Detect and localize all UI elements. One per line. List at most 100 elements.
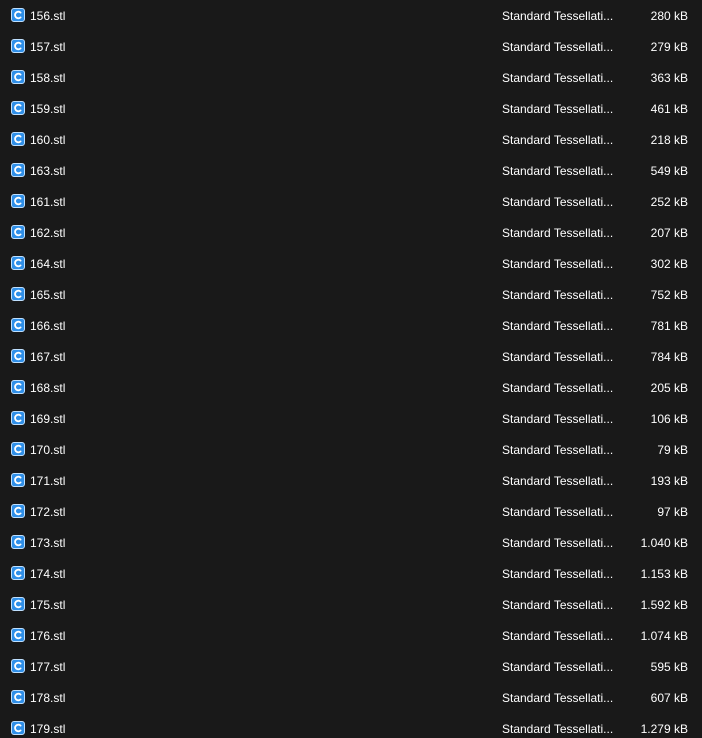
stl-file-icon xyxy=(11,628,25,642)
file-row[interactable]: 156.stl Standard Tessellati... 280 kB xyxy=(0,1,702,32)
file-row[interactable]: 179.stl Standard Tessellati... 1.279 kB xyxy=(0,714,702,738)
file-size: 1.279 kB xyxy=(640,722,688,736)
file-type: Standard Tessellati... xyxy=(502,288,614,302)
file-row[interactable]: 172.stl Standard Tessellati... 97 kB xyxy=(0,497,702,528)
file-row[interactable]: 169.stl Standard Tessellati... 106 kB xyxy=(0,404,702,435)
file-row[interactable]: 161.stl Standard Tessellati... 252 kB xyxy=(0,187,702,218)
file-name: 157.stl xyxy=(30,40,66,54)
file-row[interactable]: 175.stl Standard Tessellati... 1.592 kB xyxy=(0,590,702,621)
file-name: 166.stl xyxy=(30,319,66,333)
stl-file-icon xyxy=(11,473,25,487)
file-row[interactable]: 174.stl Standard Tessellati... 1.153 kB xyxy=(0,559,702,590)
file-name: 172.stl xyxy=(30,505,66,519)
file-type: Standard Tessellati... xyxy=(502,629,614,643)
file-name: 161.stl xyxy=(30,195,66,209)
file-type: Standard Tessellati... xyxy=(502,443,614,457)
file-size: 1.040 kB xyxy=(640,536,688,550)
file-name: 162.stl xyxy=(30,226,66,240)
file-size: 1.153 kB xyxy=(640,567,688,581)
file-row[interactable]: 167.stl Standard Tessellati... 784 kB xyxy=(0,342,702,373)
file-name: 168.stl xyxy=(30,381,66,395)
file-row[interactable]: 178.stl Standard Tessellati... 607 kB xyxy=(0,683,702,714)
file-type: Standard Tessellati... xyxy=(502,195,614,209)
file-name: 163.stl xyxy=(30,164,66,178)
stl-file-icon xyxy=(11,504,25,518)
file-name: 164.stl xyxy=(30,257,66,271)
file-name: 171.stl xyxy=(30,474,66,488)
file-row[interactable]: 158.stl Standard Tessellati... 363 kB xyxy=(0,63,702,94)
file-name: 175.stl xyxy=(30,598,66,612)
file-name: 160.stl xyxy=(30,133,66,147)
file-row[interactable]: 162.stl Standard Tessellati... 207 kB xyxy=(0,218,702,249)
stl-file-icon xyxy=(11,39,25,53)
file-size: 752 kB xyxy=(650,288,688,302)
stl-file-icon xyxy=(11,721,25,735)
file-size: 607 kB xyxy=(650,691,688,705)
file-list: 156.stl Standard Tessellati... 280 kB 157.s… xyxy=(0,0,702,738)
stl-file-icon xyxy=(11,8,25,22)
file-type: Standard Tessellati... xyxy=(502,102,614,116)
file-row[interactable]: 164.stl Standard Tessellati... 302 kB xyxy=(0,249,702,280)
file-row[interactable]: 159.stl Standard Tessellati... 461 kB xyxy=(0,94,702,125)
file-size: 1.592 kB xyxy=(640,598,688,612)
file-row[interactable]: 173.stl Standard Tessellati... 1.040 kB xyxy=(0,528,702,559)
stl-file-icon xyxy=(11,659,25,673)
file-size: 280 kB xyxy=(650,9,688,23)
stl-file-icon xyxy=(11,411,25,425)
file-row[interactable]: 166.stl Standard Tessellati... 781 kB xyxy=(0,311,702,342)
file-name: 174.stl xyxy=(30,567,66,581)
file-size: 218 kB xyxy=(650,133,688,147)
file-size: 549 kB xyxy=(650,164,688,178)
file-type: Standard Tessellati... xyxy=(502,164,614,178)
stl-file-icon xyxy=(11,163,25,177)
file-type: Standard Tessellati... xyxy=(502,660,614,674)
stl-file-icon xyxy=(11,101,25,115)
file-type: Standard Tessellati... xyxy=(502,350,614,364)
file-row[interactable]: 177.stl Standard Tessellati... 595 kB xyxy=(0,652,702,683)
file-type: Standard Tessellati... xyxy=(502,9,614,23)
file-size: 279 kB xyxy=(650,40,688,54)
file-type: Standard Tessellati... xyxy=(502,71,614,85)
file-row[interactable]: 170.stl Standard Tessellati... 79 kB xyxy=(0,435,702,466)
stl-file-icon xyxy=(11,132,25,146)
stl-file-icon xyxy=(11,380,25,394)
file-type: Standard Tessellati... xyxy=(502,474,614,488)
file-row[interactable]: 171.stl Standard Tessellati... 193 kB xyxy=(0,466,702,497)
file-size: 302 kB xyxy=(650,257,688,271)
stl-file-icon xyxy=(11,287,25,301)
file-name: 177.stl xyxy=(30,660,66,674)
stl-file-icon xyxy=(11,690,25,704)
file-row[interactable]: 176.stl Standard Tessellati... 1.074 kB xyxy=(0,621,702,652)
file-name: 179.stl xyxy=(30,722,66,736)
file-type: Standard Tessellati... xyxy=(502,412,614,426)
file-row[interactable]: 157.stl Standard Tessellati... 279 kB xyxy=(0,32,702,63)
file-type: Standard Tessellati... xyxy=(502,257,614,271)
file-name: 167.stl xyxy=(30,350,66,364)
stl-file-icon xyxy=(11,597,25,611)
file-type: Standard Tessellati... xyxy=(502,722,614,736)
file-row[interactable]: 165.stl Standard Tessellati... 752 kB xyxy=(0,280,702,311)
file-type: Standard Tessellati... xyxy=(502,536,614,550)
file-type: Standard Tessellati... xyxy=(502,133,614,147)
file-row[interactable]: 163.stl Standard Tessellati... 549 kB xyxy=(0,156,702,187)
file-name: 158.stl xyxy=(30,71,66,85)
file-size: 79 kB xyxy=(657,443,688,457)
file-name: 173.stl xyxy=(30,536,66,550)
file-name: 169.stl xyxy=(30,412,66,426)
file-size: 106 kB xyxy=(650,412,688,426)
file-type: Standard Tessellati... xyxy=(502,319,614,333)
stl-file-icon xyxy=(11,349,25,363)
file-row[interactable]: 168.stl Standard Tessellati... 205 kB xyxy=(0,373,702,404)
file-name: 159.stl xyxy=(30,102,66,116)
file-size: 1.074 kB xyxy=(640,629,688,643)
stl-file-icon xyxy=(11,70,25,84)
file-name: 165.stl xyxy=(30,288,66,302)
file-row[interactable]: 160.stl Standard Tessellati... 218 kB xyxy=(0,125,702,156)
file-size: 252 kB xyxy=(650,195,688,209)
file-name: 178.stl xyxy=(30,691,66,705)
stl-file-icon xyxy=(11,256,25,270)
file-size: 207 kB xyxy=(650,226,688,240)
stl-file-icon xyxy=(11,225,25,239)
file-type: Standard Tessellati... xyxy=(502,505,614,519)
file-size: 205 kB xyxy=(650,381,688,395)
